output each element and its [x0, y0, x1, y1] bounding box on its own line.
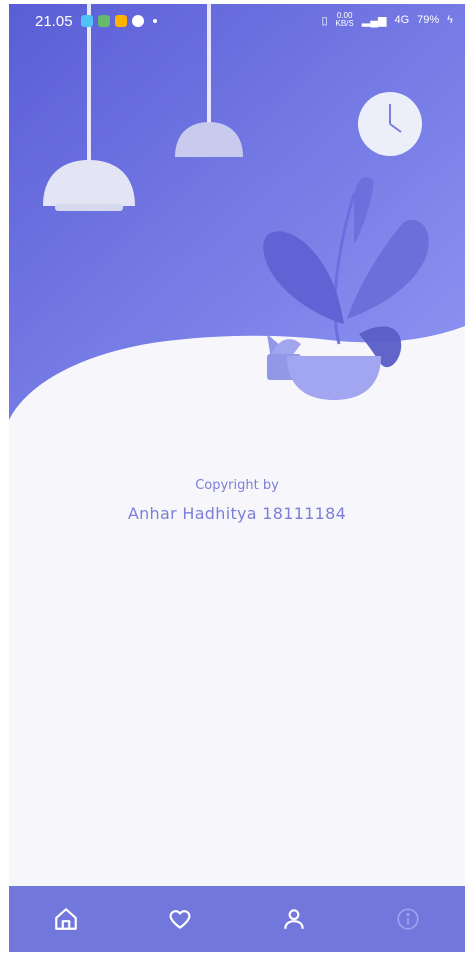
- network-unit: KB/S: [335, 19, 354, 28]
- author-name: Anhar Hadhitya 18111184: [127, 504, 347, 523]
- app-icon: [114, 15, 127, 27]
- copyright-label: Copyright by: [195, 478, 279, 493]
- system-status: ▯ 0.00 KB/S ▂▄▆ 4G 79% ϟ: [321, 12, 453, 28]
- network-type: 4G: [394, 14, 410, 26]
- clock-icon: [358, 92, 422, 156]
- charging-icon: ϟ: [447, 14, 453, 26]
- notes-icon: [97, 15, 110, 27]
- app-screen: 21.05 ▯ 0.00 KB/S ▂▄▆ 4G 79% ϟ Copyright…: [9, 4, 465, 952]
- info-icon: [397, 908, 419, 930]
- vibrate-icon: ▯: [321, 14, 328, 27]
- nav-info[interactable]: [351, 886, 465, 952]
- nav-profile[interactable]: [237, 886, 351, 952]
- home-icon: [55, 908, 77, 930]
- notification-icons: [80, 15, 157, 27]
- nav-home[interactable]: [9, 886, 123, 952]
- message-icon: [80, 15, 93, 27]
- signal-icon: ▂▄▆: [361, 14, 387, 27]
- bottom-nav: [9, 886, 465, 952]
- battery-level: 79%: [417, 14, 440, 26]
- nav-favorites[interactable]: [123, 886, 237, 952]
- status-bar: 21.05 ▯ 0.00 KB/S ▂▄▆ 4G 79% ϟ: [9, 4, 465, 38]
- person-icon: [284, 909, 304, 929]
- more-notifications-dot: [152, 19, 157, 23]
- status-time: 21.05: [35, 12, 73, 30]
- hero-illustration: [9, 4, 465, 420]
- heart-icon: [169, 910, 191, 929]
- chat-icon: [131, 15, 144, 27]
